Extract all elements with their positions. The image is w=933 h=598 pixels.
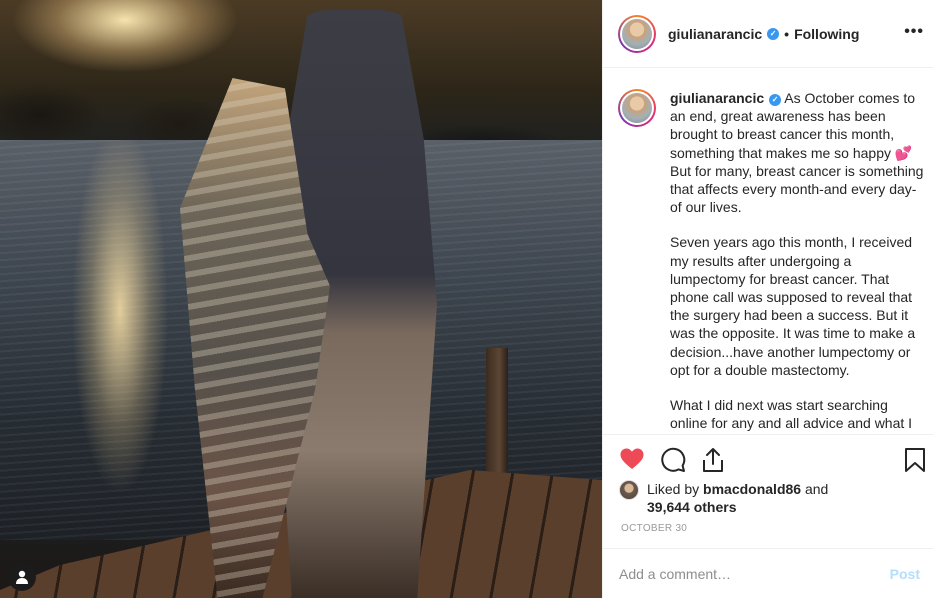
caption-paragraph-4: What I did next was start searching onli… — [670, 397, 913, 432]
caption-paragraph-2: But for many, breast cancer is something… — [670, 162, 924, 216]
post-comment-button[interactable]: Post — [890, 566, 920, 582]
likes-summary: Liked by bmacdonald86 and 39,644 others — [619, 480, 919, 516]
likes-conjunction: and — [804, 481, 829, 497]
bookmark-icon[interactable] — [904, 447, 926, 476]
liker-avatar[interactable] — [619, 480, 639, 500]
action-bar — [603, 434, 933, 484]
header-separator: • — [784, 25, 790, 42]
likes-prefix: Liked by — [647, 481, 700, 497]
ellipsis-icon[interactable]: ••• — [904, 24, 924, 40]
add-comment-bar: Post — [603, 548, 933, 598]
post-sidebar: giulianarancic ✓ • Following ••• giulian… — [602, 0, 933, 598]
caption-avatar[interactable] — [618, 89, 656, 127]
following-button[interactable]: Following — [794, 26, 859, 42]
caption-text: giulianarancic ✓ As October comes to an e… — [670, 89, 926, 434]
post-header: giulianarancic ✓ • Following ••• — [603, 0, 933, 68]
user-silhouette-icon — [16, 570, 28, 584]
liker-username[interactable]: bmacdonald86 — [703, 481, 801, 497]
comment-input[interactable] — [619, 565, 890, 582]
heart-filled-icon[interactable] — [619, 447, 645, 474]
caption: giulianarancic ✓ As October comes to an e… — [618, 89, 926, 434]
post-date[interactable]: OCTOBER 30 — [621, 523, 687, 534]
instagram-post: giulianarancic ✓ • Following ••• giulian… — [0, 0, 933, 598]
post-photo[interactable] — [0, 0, 602, 598]
author-username[interactable]: giulianarancic — [668, 26, 762, 42]
comment-bubble-icon[interactable] — [660, 447, 686, 476]
verified-badge-icon: ✓ — [767, 27, 780, 40]
caption-username[interactable]: giulianarancic — [670, 90, 764, 106]
caption-paragraph-3: Seven years ago this month, I received m… — [670, 234, 916, 378]
user-tag-icon[interactable] — [8, 563, 36, 591]
comments-section[interactable]: giulianarancic ✓ As October comes to an e… — [603, 69, 933, 434]
likes-text: Liked by bmacdonald86 and 39,644 others — [647, 480, 828, 516]
author-avatar[interactable] — [618, 14, 656, 53]
likes-others-link[interactable]: 39,644 others — [647, 499, 737, 515]
share-icon[interactable] — [701, 447, 725, 476]
two-hearts-emoji-icon: 💕 — [894, 144, 913, 161]
caption-verified-badge-icon: ✓ — [769, 94, 782, 107]
